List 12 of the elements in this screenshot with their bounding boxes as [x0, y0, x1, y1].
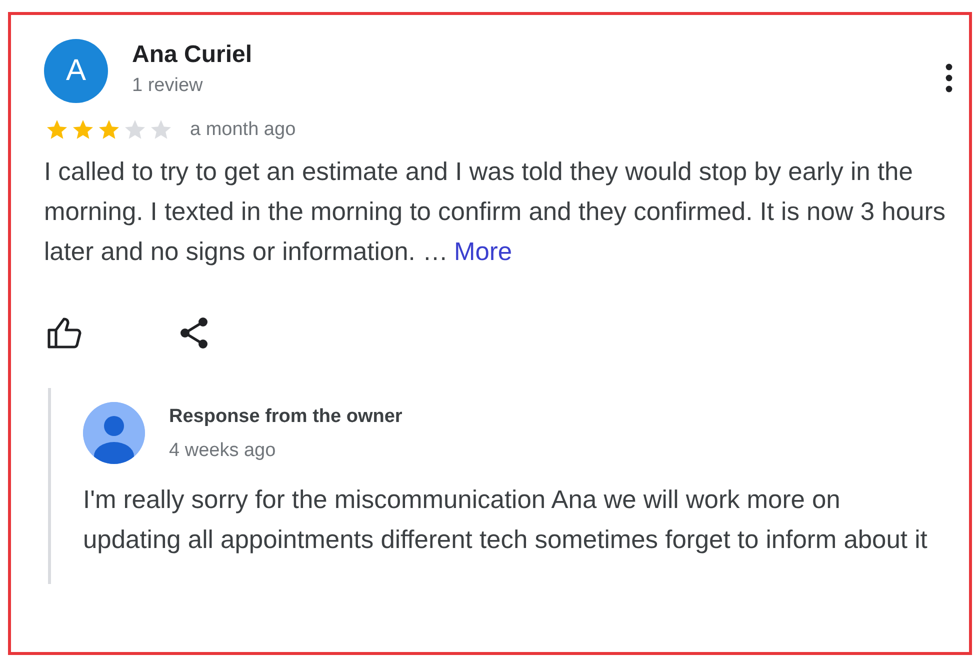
owner-avatar-icon — [83, 402, 145, 464]
more-link[interactable]: More — [454, 238, 512, 266]
review-count: 1 review — [132, 75, 204, 97]
more-options-icon[interactable] — [945, 63, 953, 93]
response-title: Response from the owner — [169, 406, 402, 428]
thumbs-up-icon[interactable] — [46, 316, 82, 350]
review-time: a month ago — [190, 119, 296, 141]
reviewer-name[interactable]: Ana Curiel — [132, 41, 252, 69]
review-text: I called to try to get an estimate and I was told they would stop by early in the morning. I texted in the morning to confirm and they confirmed. It is now 3 hours later and no signs or information. … More — [44, 157, 946, 268]
response-text: I'm really sorry for the miscommunication Ana we will work more on updating all appointments different tech sometimes forget to inform about it — [83, 485, 928, 556]
avatar[interactable]: A — [44, 39, 108, 103]
response-time: 4 weeks ago — [169, 440, 277, 462]
